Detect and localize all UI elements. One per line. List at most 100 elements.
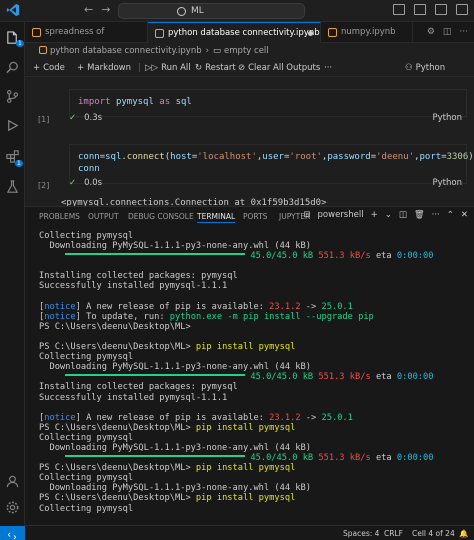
tab-output[interactable]: OUTPUT (88, 212, 119, 221)
term-notice: notice (44, 412, 76, 423)
toggle-sidebar-icon[interactable] (393, 4, 405, 15)
account-icon[interactable] (5, 474, 20, 489)
customize-layout-icon[interactable] (456, 4, 468, 15)
notebook-toolbar: + Code + Markdown | ▷▷ Run All ↻ Restart ⊘ Cl… (25, 59, 474, 87)
term-text: -> (305, 301, 317, 312)
remote-indicator[interactable] (0, 526, 25, 540)
new-terminal-icon[interactable]: + (371, 210, 378, 220)
tab-ports[interactable]: PORTS (243, 212, 267, 221)
tab-actions: ⚙ ◫ ··· (427, 27, 468, 37)
maximize-panel-icon[interactable]: ⌃ (447, 210, 454, 220)
status-bar: Spaces: 4 CRLF Cell 4 of 24 🔔 (25, 525, 474, 540)
cell-1-language[interactable]: Python (433, 113, 462, 123)
progress-bar (65, 455, 246, 458)
code-cell-2[interactable]: conn=sql.connect(host='localhost',user='… (69, 144, 474, 184)
unsaved-dot-icon[interactable] (308, 31, 313, 36)
term-version: 25.0.1 (321, 301, 353, 312)
add-markdown-cell-button[interactable]: + Markdown (77, 61, 131, 75)
notebook-file-icon (32, 28, 41, 37)
extensions-icon[interactable]: 1 (5, 149, 23, 167)
tab-numpy[interactable]: numpy.ipynb (321, 22, 413, 43)
run-and-debug-icon[interactable] (5, 118, 20, 133)
code-cell-1[interactable]: import pymysql as sql (69, 89, 467, 117)
kernel-icon: ⚇ (405, 63, 413, 73)
tab-problems[interactable]: PROBLEMS (39, 212, 80, 221)
term-prompt: PS C:\Users\deenu\Desktop\ML> (39, 342, 191, 353)
plus-icon: + (77, 63, 85, 73)
restart-icon: ↻ (195, 63, 203, 73)
explorer-badge: 1 (16, 40, 24, 47)
cell-2-time: 0.0s (84, 178, 103, 188)
term-notice: notice (44, 301, 76, 312)
breadcrumb: python database connectivity.ipynb › ▭ empt… (25, 43, 474, 59)
code-cell-1-source[interactable]: import pymysql as sql (70, 90, 466, 108)
close-panel-icon[interactable]: ✕ (461, 210, 468, 220)
tab-label: numpy.ipynb (341, 27, 396, 37)
execution-count: [2] (38, 181, 50, 190)
tab-label: python database connectivity.ipynb (168, 28, 320, 38)
activity-bar: 1 1 (0, 22, 25, 540)
search-view-icon[interactable] (5, 60, 20, 75)
source-control-icon[interactable] (5, 89, 20, 104)
term-text: A new release of pip is available: (86, 412, 264, 423)
forward-arrow-icon[interactable]: → (101, 3, 110, 16)
clear-outputs-button[interactable]: ⊘ Clear All Outputs (238, 61, 320, 75)
breadcrumb-cell-icon: ▭ (213, 46, 222, 56)
toggle-panel-icon[interactable] (414, 4, 426, 15)
terminal-shell-label[interactable]: powershell (318, 210, 364, 220)
restart-button[interactable]: ↻ Restart (195, 61, 236, 75)
tab-python-database-connectivity[interactable]: python database connectivity.ipynb (148, 22, 321, 43)
progress-bar (65, 253, 246, 256)
history-navigation: ← → (84, 3, 118, 16)
command-center-search[interactable]: ML (118, 3, 305, 19)
clear-outputs-label: Clear All Outputs (248, 63, 321, 73)
cell-2-status: ✓ 0.0s (69, 178, 102, 188)
split-editor-icon[interactable]: ◫ (443, 27, 452, 37)
split-terminal-icon[interactable]: ◫ (399, 210, 407, 220)
status-eol[interactable]: CRLF (384, 529, 403, 538)
more-actions-icon[interactable]: ··· (432, 210, 440, 220)
plus-icon: + (33, 63, 41, 73)
run-all-button[interactable]: ▷▷ Run All (145, 61, 191, 75)
cell-2-language[interactable]: Python (433, 178, 462, 188)
notifications-bell-icon[interactable]: 🔔 (459, 529, 468, 538)
term-text: A new release of pip is available: (86, 301, 264, 312)
notebook-file-icon (328, 28, 337, 37)
add-code-cell-button[interactable]: + Code (33, 61, 65, 75)
check-icon: ✓ (69, 178, 77, 188)
term-text: Downloading PyMySQL-1.1.1-py3-none-any.w… (39, 241, 311, 252)
manage-gear-icon[interactable] (5, 500, 20, 515)
tab-spreadness-of-data[interactable]: spreadness of data.ipynb (25, 22, 148, 58)
terminal-dropdown-icon[interactable]: ⌄ (385, 210, 392, 220)
layout-controls (393, 4, 468, 15)
code-cell-2-source[interactable]: conn=sql.connect(host='localhost',user='… (70, 145, 474, 175)
breadcrumb-file[interactable]: python database connectivity.ipynb (50, 46, 202, 56)
more-actions-icon[interactable]: ··· (459, 27, 468, 37)
run-all-icon: ▷▷ (145, 63, 159, 73)
testing-icon[interactable] (5, 179, 20, 194)
term-text: To update, run: (86, 311, 165, 322)
term-version: 23.1.2 (269, 412, 301, 423)
breadcrumb-node[interactable]: empty cell (224, 46, 269, 56)
explorer-icon[interactable]: 1 (5, 30, 24, 47)
more-toolbar-icon[interactable]: ··· (324, 61, 332, 75)
back-arrow-icon[interactable]: ← (84, 3, 93, 16)
toggle-secondary-sidebar-icon[interactable] (435, 4, 447, 15)
toolbar-divider: | (138, 63, 141, 73)
status-cell-position[interactable]: Cell 4 of 24 (412, 529, 455, 538)
settings-gear-icon[interactable]: ⚙ (427, 27, 435, 37)
trash-icon[interactable]: 🗑 (414, 210, 425, 220)
term-text: Collecting pymysql (39, 352, 134, 363)
add-markdown-label: Markdown (87, 63, 132, 73)
search-icon (177, 7, 186, 16)
status-indentation[interactable]: Spaces: 4 (343, 529, 379, 538)
editor-tabs: spreadness of data.ipynb python database… (25, 22, 474, 58)
tab-debug-console[interactable]: DEBUG CONSOLE (128, 212, 194, 221)
tab-terminal[interactable]: TERMINAL (197, 212, 236, 223)
term-speed: 551.3 kB/s (318, 453, 371, 464)
title-bar: ← → ML (0, 0, 474, 22)
check-icon: ✓ (69, 113, 77, 123)
term-text: Installing collected packages: pymysql (39, 271, 238, 282)
terminal-output[interactable]: Collecting pymysql Downloading PyMySQL-1… (39, 231, 469, 514)
term-text: eta (375, 453, 392, 464)
